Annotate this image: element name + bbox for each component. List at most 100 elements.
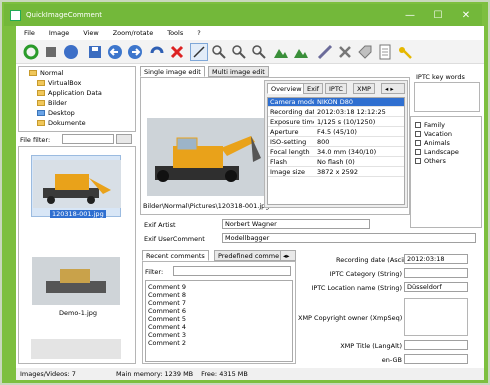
user-folder-icon <box>29 70 37 76</box>
exif-artist-input[interactable]: Norbert Wagner <box>222 219 370 229</box>
list-item[interactable]: Comment 4 <box>148 323 186 331</box>
back-icon[interactable] <box>106 43 124 61</box>
tree-item-normal[interactable]: Normal <box>29 69 64 77</box>
table-row[interactable]: Exposure time 1/125 s (10/1250) <box>268 118 404 127</box>
comments-panel: Filter: Comment 9 Comment 8 Comment 7 Co… <box>142 261 296 364</box>
thumbnail-image <box>32 257 120 305</box>
table-row[interactable]: Focal length 34.0 mm (340/10) <box>268 148 404 157</box>
comments-list[interactable]: Comment 9 Comment 8 Comment 7 Comment 6 … <box>145 280 293 362</box>
folder-icon <box>37 100 45 106</box>
xmp-copyright-label: XMP Copyright owner (XmpSeq) <box>298 314 403 322</box>
thumbnail-item[interactable]: Demo-1.jpg <box>31 253 121 317</box>
table-row[interactable]: ISO-setting 800 <box>268 138 404 147</box>
table-row[interactable]: Flash No flash (0) <box>268 158 404 167</box>
forward-icon[interactable] <box>126 43 144 61</box>
thumbnail-item[interactable] <box>31 339 121 359</box>
table-row[interactable]: Recording date2012:03:18 12:12:25 <box>268 108 404 117</box>
list-item[interactable]: Comment 2 <box>148 339 186 347</box>
tab-single-image-edit[interactable]: Single image edit <box>140 66 205 77</box>
tab-overview[interactable]: Overview <box>267 83 306 94</box>
status-images: Images/Videos: 7 <box>20 370 76 378</box>
settings3-icon[interactable] <box>250 43 268 61</box>
language-select[interactable] <box>404 354 468 364</box>
save-icon[interactable] <box>86 43 104 61</box>
undo-icon[interactable] <box>148 43 166 61</box>
list-item[interactable]: Comment 9 <box>148 283 186 291</box>
xmp-title-input[interactable] <box>404 340 468 350</box>
file-filter-input[interactable] <box>62 134 114 144</box>
exif-usercomment-input[interactable]: Modellbagger <box>222 233 476 243</box>
menu-file[interactable]: File <box>24 29 35 37</box>
landscape2-icon[interactable] <box>292 43 310 61</box>
menu-bar: File Image View Zoom/rotate Tools ? <box>16 26 484 39</box>
settings-icon[interactable] <box>210 43 228 61</box>
keyword-checklist: Family Vacation Animals Landscape Others <box>410 116 482 228</box>
tab-scroll-arrows[interactable]: ◂ ▸ <box>381 83 405 94</box>
tree-item-application-data[interactable]: Application Data <box>37 89 102 97</box>
list-item[interactable]: Comment 6 <box>148 307 186 315</box>
tree-item-virtualbox[interactable]: VirtualBox <box>37 79 81 87</box>
tab-predefined-comments[interactable]: Predefined comme <box>214 250 284 261</box>
keyword-others-checkbox[interactable]: Others <box>415 157 446 165</box>
menu-view[interactable]: View <box>83 29 98 37</box>
thumbnail-item[interactable]: 120318-001.jpg <box>31 155 121 218</box>
iptc-keywords-input[interactable] <box>414 82 480 112</box>
comments-tab-scroll[interactable]: ◂▸ <box>280 250 296 261</box>
tag-icon[interactable] <box>356 43 374 61</box>
settings2-icon[interactable] <box>230 43 248 61</box>
keyword-vacation-checkbox[interactable]: Vacation <box>415 130 452 138</box>
close-tool-icon[interactable] <box>336 43 354 61</box>
table-row[interactable]: Image size 3872 x 2592 <box>268 168 404 177</box>
folder-tree[interactable]: Normal VirtualBox Application Data Bilde… <box>18 66 136 132</box>
document-icon[interactable] <box>376 43 394 61</box>
landscape-icon[interactable] <box>272 43 290 61</box>
compare-icon[interactable] <box>190 43 208 61</box>
tab-exif[interactable]: Exif <box>303 83 324 94</box>
thumbnail-label: 120318-001.jpg <box>50 210 106 218</box>
tab-recent-comments[interactable]: Recent comments <box>142 250 209 261</box>
file-filter-dropdown[interactable] <box>116 134 132 144</box>
title-bar: QuickImageComment — ☐ ✕ <box>4 4 482 26</box>
list-item[interactable]: Comment 8 <box>148 291 186 299</box>
file-filter-label: File filter: <box>20 136 51 144</box>
table-row[interactable]: Camera model NIKON D80 <box>268 98 404 107</box>
iptc-category-label: IPTC Category (String) <box>329 270 402 278</box>
tools-icon[interactable] <box>316 43 334 61</box>
tab-iptc[interactable]: IPTC <box>325 83 347 94</box>
delete-icon[interactable] <box>168 43 186 61</box>
menu-zoom-rotate[interactable]: Zoom/rotate <box>113 29 154 37</box>
list-item[interactable]: Comment 3 <box>148 331 186 339</box>
menu-image[interactable]: Image <box>49 29 69 37</box>
keyword-family-checkbox[interactable]: Family <box>415 121 445 129</box>
exif-artist-label: Exif Artist <box>144 221 176 229</box>
globe-icon[interactable] <box>62 43 80 61</box>
iptc-location-input[interactable]: Düsseldorf <box>404 282 468 292</box>
excavator-image <box>147 118 267 196</box>
xmp-copyright-input[interactable] <box>404 298 468 336</box>
app-icon <box>10 9 21 21</box>
list-item[interactable]: Comment 7 <box>148 299 186 307</box>
thumbnail-list[interactable]: 120318-001.jpg Demo-1.jpg <box>18 146 136 364</box>
tree-item-desktop[interactable]: Desktop <box>37 109 75 117</box>
refresh-icon[interactable] <box>22 43 40 61</box>
maximize-button[interactable]: ☐ <box>424 4 452 26</box>
menu-tools[interactable]: Tools <box>167 29 183 37</box>
close-button[interactable]: ✕ <box>452 4 480 26</box>
iptc-category-input[interactable] <box>404 268 468 278</box>
table-row[interactable]: Aperture F4.5 (45/10) <box>268 128 404 137</box>
key-icon[interactable] <box>396 43 414 61</box>
brush-icon[interactable] <box>42 43 60 61</box>
tree-item-bilder[interactable]: Bilder <box>37 99 67 107</box>
image-path: Bilder\Normal\Pictures\120318-001.jpg <box>143 202 270 210</box>
language-label: en-GB <box>381 356 402 364</box>
tab-xmp[interactable]: XMP <box>353 83 375 94</box>
keyword-landscape-checkbox[interactable]: Landscape <box>415 148 459 156</box>
recording-date-input[interactable]: 2012:03:18 <box>404 254 468 264</box>
comments-filter-input[interactable] <box>173 266 291 276</box>
minimize-button[interactable]: — <box>396 4 424 26</box>
tree-item-dokumente[interactable]: Dokumente <box>37 119 86 127</box>
keyword-animals-checkbox[interactable]: Animals <box>415 139 450 147</box>
tab-multi-image-edit[interactable]: Multi image edit <box>208 66 269 77</box>
list-item[interactable]: Comment 5 <box>148 315 186 323</box>
menu-help[interactable]: ? <box>197 29 200 37</box>
